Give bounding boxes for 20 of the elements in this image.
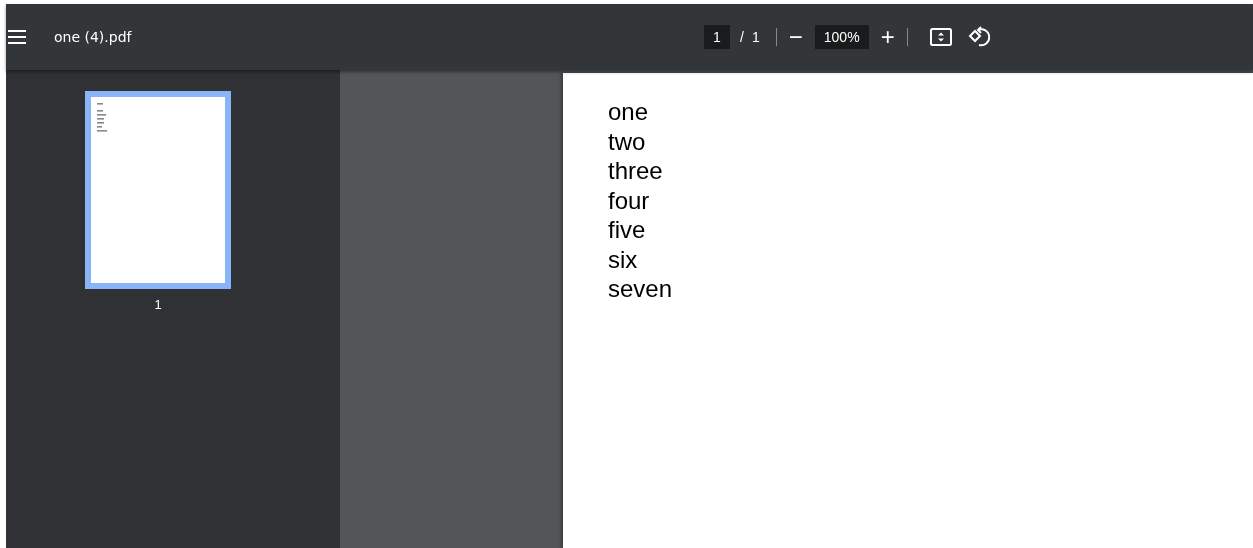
page-thumbnail[interactable] [85, 91, 231, 289]
document-text-line: seven [608, 274, 674, 304]
page-number-label: 1 [154, 297, 162, 312]
page-count: 1 [751, 29, 760, 45]
page-separator: / [740, 29, 744, 45]
zoom-in-button[interactable]: + [876, 25, 899, 49]
menu-icon[interactable] [8, 30, 26, 44]
document-text-line: one [608, 97, 650, 127]
document-text-line: six [608, 244, 639, 274]
document-text-line: three [608, 156, 664, 186]
zoom-field[interactable]: 100% [814, 25, 869, 49]
file-name: one (4).pdf [54, 29, 132, 45]
fit-page-icon[interactable] [929, 28, 952, 46]
document-text-line: five [608, 215, 647, 245]
zoom-out-button[interactable]: − [784, 25, 807, 49]
page-number-field[interactable]: 1 [704, 25, 730, 49]
rotate-icon[interactable] [967, 26, 990, 48]
document-text-line: two [608, 126, 647, 156]
page-preview-drawing [97, 103, 107, 132]
document-text-line: four [608, 185, 651, 215]
